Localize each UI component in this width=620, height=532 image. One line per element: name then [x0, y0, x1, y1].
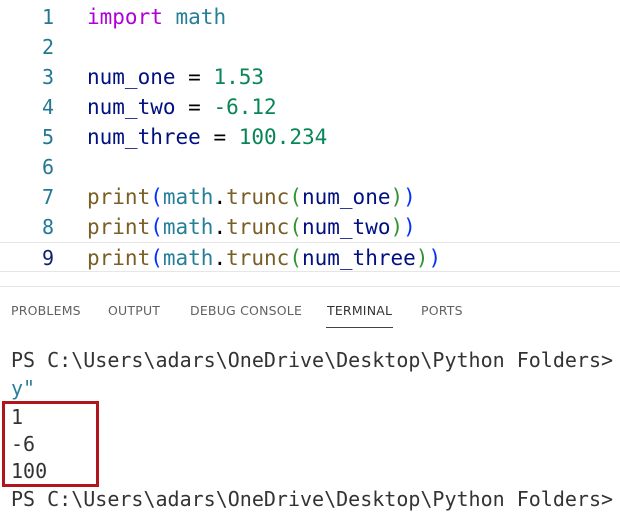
line-number: 8	[41, 215, 54, 239]
number-literal: -6.12	[213, 95, 277, 119]
variable: num_three	[301, 246, 416, 270]
operator: =	[188, 95, 201, 119]
code-line-current[interactable]: 9 print(math.trunc(num_three))	[0, 242, 620, 272]
function-name: print	[87, 246, 151, 270]
paren: )	[390, 215, 404, 239]
code-text[interactable]: print(math.trunc(num_three))	[87, 243, 441, 273]
variable: num_two	[87, 95, 176, 119]
line-number: 9	[41, 246, 54, 270]
code-text[interactable]: num_three = 100.234	[87, 122, 327, 152]
paren: )	[415, 246, 429, 270]
terminal-prompt: PS C:\Users\adars\OneDrive\Desktop\Pytho…	[11, 487, 614, 511]
module-name: math	[162, 246, 214, 270]
code-editor[interactable]: 1 import math 2 3 num_one = 1.53 4 num_t…	[0, 0, 620, 286]
operator: =	[188, 65, 201, 89]
terminal-wrapped-text: y"	[11, 376, 36, 400]
tab-output[interactable]: OUTPUT	[108, 303, 160, 318]
line-number: 6	[41, 155, 54, 179]
code-text[interactable]: print(math.trunc(num_one))	[87, 182, 416, 212]
line-number: 7	[41, 185, 54, 209]
tab-problems[interactable]: PROBLEMS	[11, 303, 81, 318]
tab-terminal[interactable]: TERMINAL	[327, 303, 392, 318]
line-number: 1	[41, 5, 54, 29]
paren: )	[390, 185, 404, 209]
code-line[interactable]: 4 num_two = -6.12	[0, 92, 620, 122]
line-number: 4	[41, 95, 54, 119]
code-line[interactable]: 6	[0, 152, 620, 182]
code-text[interactable]: num_two = -6.12	[87, 92, 277, 122]
code-line[interactable]: 2	[0, 32, 620, 62]
paren: (	[289, 246, 302, 270]
tab-ports[interactable]: PORTS	[421, 303, 463, 318]
keyword-import: import	[87, 5, 163, 29]
variable: num_two	[301, 215, 391, 239]
operator: =	[213, 125, 227, 149]
line-number: 2	[41, 35, 54, 59]
code-line[interactable]: 3 num_one = 1.53	[0, 62, 620, 92]
function-name: trunc	[226, 215, 290, 239]
code-line[interactable]: 1 import math	[0, 2, 620, 32]
active-tab-indicator	[326, 327, 393, 328]
dot: .	[213, 215, 227, 239]
panel-tabs: PROBLEMS OUTPUT DEBUG CONSOLE TERMINAL P…	[0, 287, 620, 335]
code-text[interactable]: num_one = 1.53	[87, 62, 264, 92]
dot: .	[213, 246, 227, 270]
paren: (	[289, 185, 302, 209]
number-literal: 100.234	[238, 125, 328, 149]
terminal-prompt: PS C:\Users\adars\OneDrive\Desktop\Pytho…	[11, 348, 614, 372]
paren: )	[428, 246, 442, 270]
code-line[interactable]: 5 num_three = 100.234	[0, 122, 620, 152]
line-number: 3	[41, 65, 54, 89]
code-text[interactable]: import math	[87, 2, 226, 32]
code-line[interactable]: 8 print(math.trunc(num_two))	[0, 212, 620, 242]
module-name: math	[162, 185, 214, 209]
number-literal: 1.53	[213, 65, 265, 89]
function-name: print	[87, 215, 151, 239]
paren: (	[150, 185, 163, 209]
output-highlight-box	[2, 401, 99, 487]
dot: .	[213, 185, 227, 209]
paren: (	[150, 246, 163, 270]
tab-debug-console[interactable]: DEBUG CONSOLE	[190, 303, 302, 318]
variable: num_one	[87, 65, 176, 89]
paren: )	[403, 215, 416, 239]
function-name: trunc	[226, 185, 290, 209]
function-name: trunc	[226, 246, 290, 270]
line-number: 5	[41, 125, 54, 149]
function-name: print	[87, 185, 151, 209]
paren: (	[150, 215, 163, 239]
module-name: math	[162, 215, 214, 239]
paren: )	[403, 185, 416, 209]
variable: num_three	[87, 125, 201, 149]
variable: num_one	[301, 185, 391, 209]
code-line[interactable]: 7 print(math.trunc(num_one))	[0, 182, 620, 212]
code-text[interactable]: print(math.trunc(num_two))	[87, 212, 416, 242]
paren: (	[289, 215, 302, 239]
module-name: math	[175, 5, 227, 29]
